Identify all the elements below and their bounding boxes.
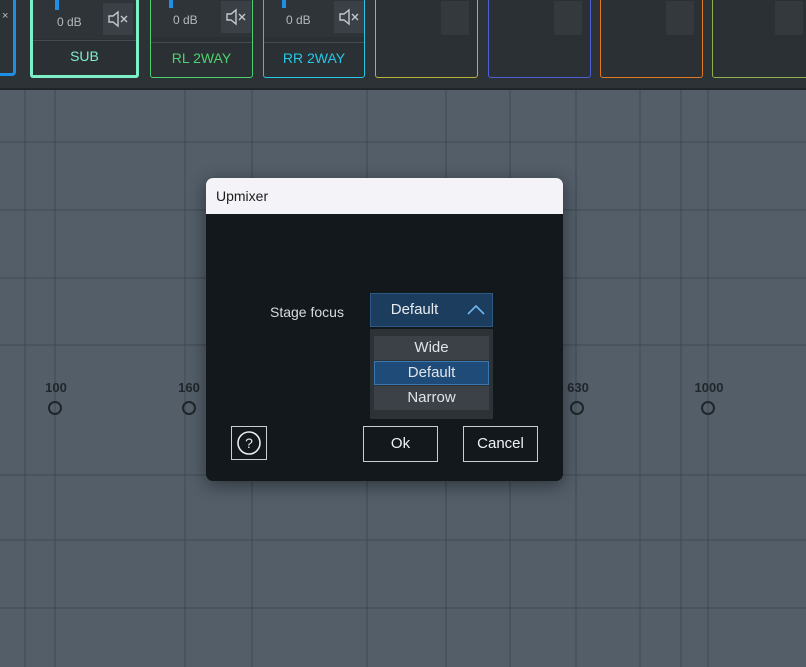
chevron-up-icon	[462, 294, 490, 326]
speaker-mute-icon	[226, 8, 246, 26]
channel-gain: 0 dB	[286, 13, 311, 27]
stage-focus-dropdown: Wide Default Narrow	[370, 329, 493, 419]
stage-focus-label: Stage focus	[270, 304, 344, 320]
mute-x-icon: ×	[2, 10, 9, 22]
eq-band-handle[interactable]	[182, 401, 196, 415]
option-wide[interactable]: Wide	[374, 336, 489, 360]
frequency-label: 1000	[694, 380, 724, 395]
channel-empty-slot	[441, 1, 469, 35]
help-button[interactable]: ?	[231, 426, 267, 460]
cancel-button[interactable]: Cancel	[463, 426, 538, 462]
stage-focus-select[interactable]: Default	[370, 293, 493, 327]
channel-name: RR 2WAY	[264, 42, 364, 73]
channel-empty[interactable]	[488, 0, 591, 78]
option-default[interactable]: Default	[374, 361, 489, 385]
dialog-title: Upmixer	[206, 178, 563, 214]
channel-name: SUB	[33, 40, 136, 71]
ok-button[interactable]: Ok	[363, 426, 438, 462]
frequency-label: 100	[45, 380, 67, 395]
level-indicator	[55, 0, 59, 10]
option-narrow[interactable]: Narrow	[374, 386, 489, 410]
channel-edge-partial[interactable]: ×	[0, 0, 20, 88]
mute-button[interactable]	[221, 1, 251, 33]
channel-empty-slot	[775, 1, 803, 35]
channel-rr-2way[interactable]: 0 dB RR 2WAY	[263, 0, 365, 78]
channel-empty[interactable]	[375, 0, 478, 78]
stage-focus-value: Default	[390, 301, 439, 318]
channel-rl-2way[interactable]: 0 dB RL 2WAY	[150, 0, 253, 78]
eq-band-handle[interactable]	[48, 401, 62, 415]
eq-band-handle[interactable]	[701, 401, 715, 415]
level-indicator	[282, 0, 286, 8]
frequency-label: 630	[567, 380, 589, 395]
channel-empty-slot	[666, 1, 694, 35]
help-icon: ?	[237, 431, 261, 455]
eq-band-handle[interactable]	[570, 401, 584, 415]
speaker-mute-icon	[339, 8, 359, 26]
mute-button[interactable]	[103, 3, 133, 35]
channel-gain: 0 dB	[173, 13, 198, 27]
channel-gain: 0 dB	[57, 15, 82, 29]
frequency-label: 160	[178, 380, 200, 395]
level-indicator	[169, 0, 173, 8]
upmixer-dialog: Upmixer Stage focus Default Wide Default…	[206, 178, 563, 481]
channel-empty[interactable]	[712, 0, 806, 78]
channel-name: RL 2WAY	[151, 42, 252, 73]
svg-text:?: ?	[245, 435, 253, 451]
mute-button[interactable]	[334, 1, 364, 33]
channel-sub[interactable]: 0 dB SUB	[30, 0, 139, 78]
channel-strip: × 0 dB SUB 0 dB RL 2WAY 0 dB RR 2WAY	[0, 0, 806, 90]
speaker-mute-icon	[108, 10, 128, 28]
channel-empty-slot	[554, 1, 582, 35]
channel-empty[interactable]	[600, 0, 703, 78]
